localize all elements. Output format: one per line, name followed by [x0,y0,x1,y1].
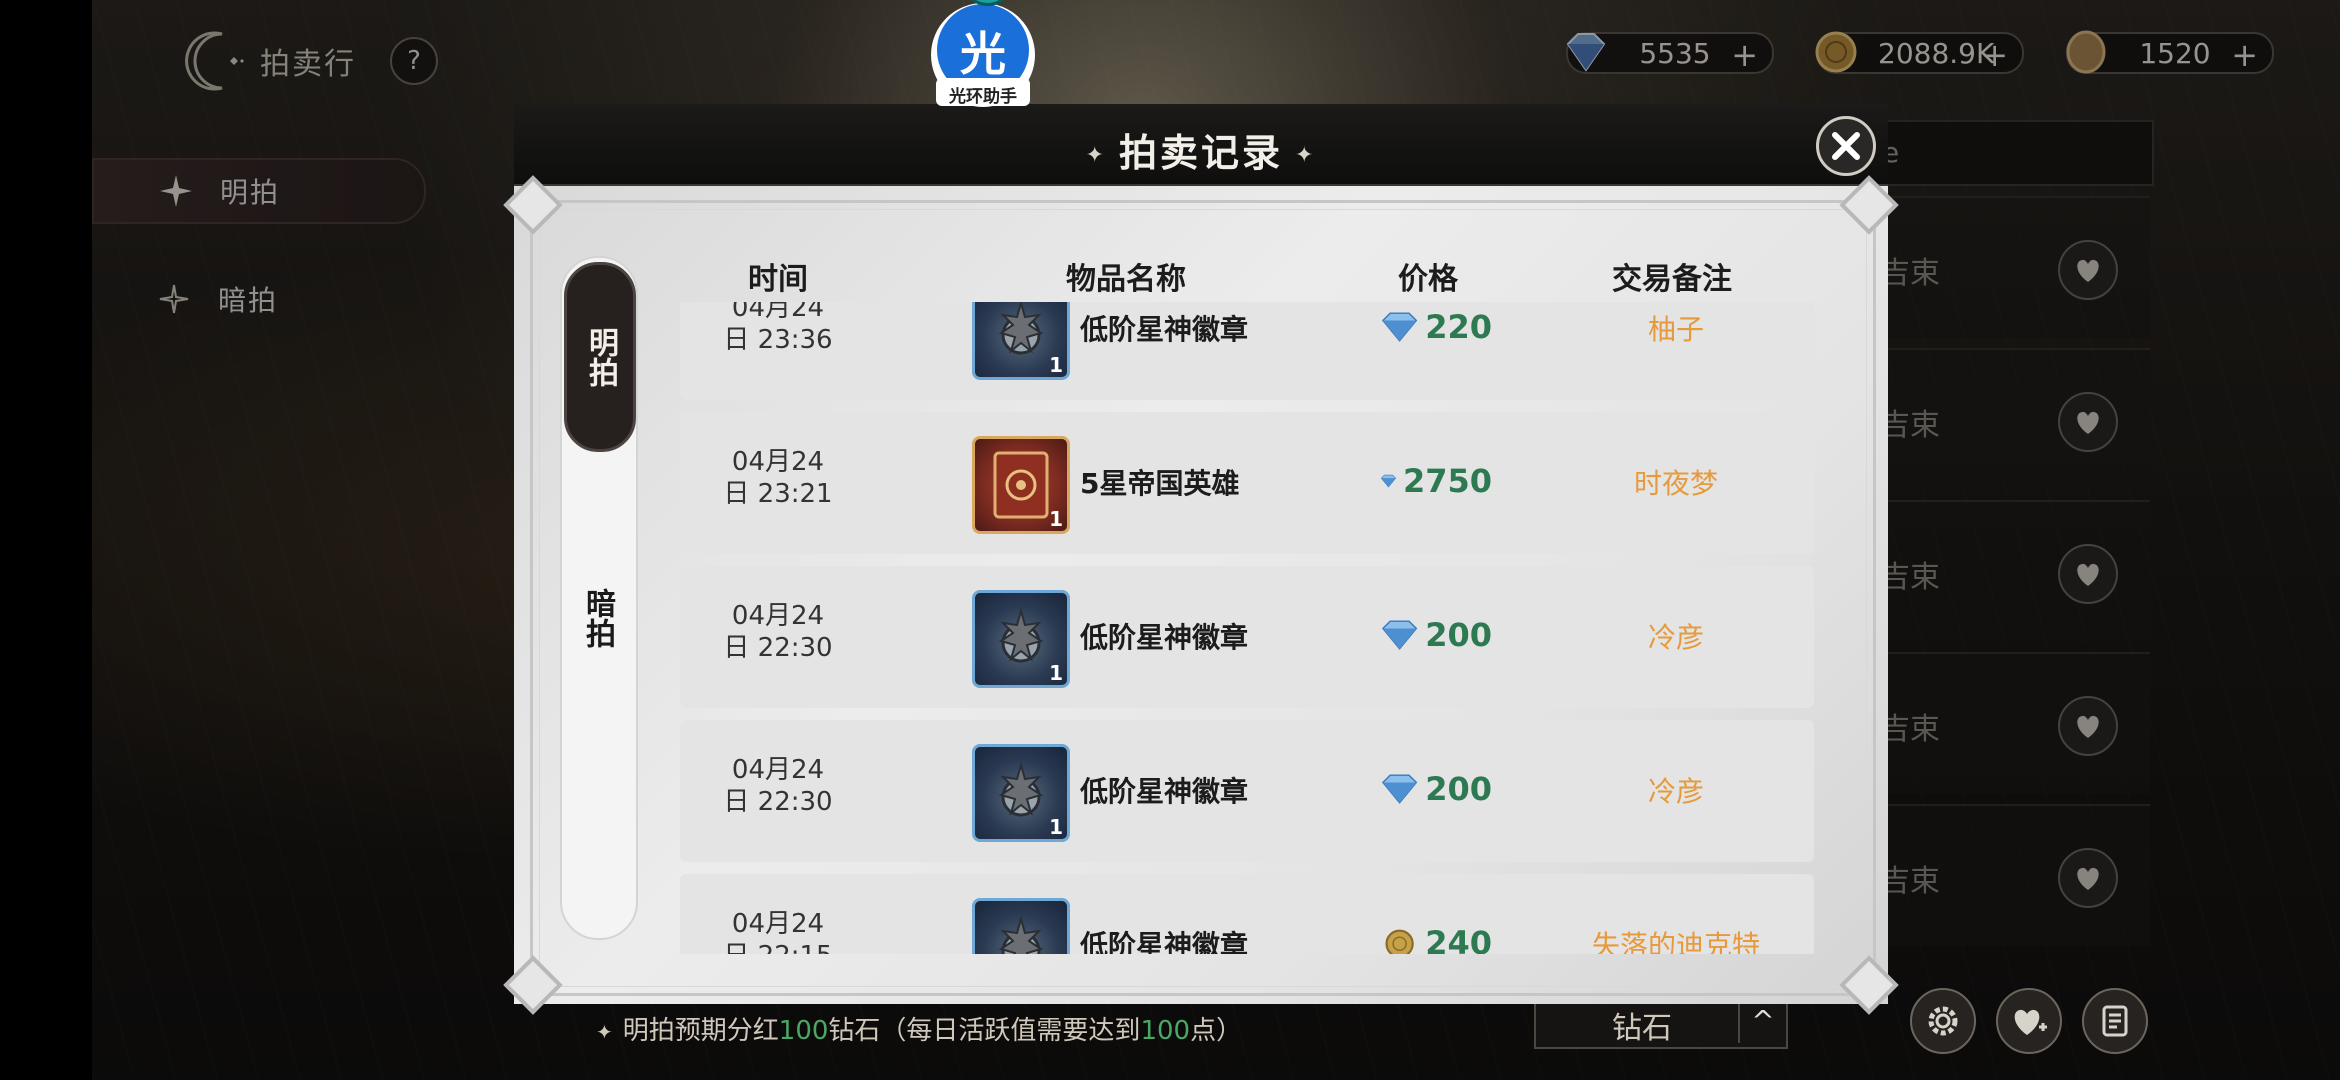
helper-logo-glyph: 光 [960,27,1006,81]
item-name: 低阶星神徽章 [1080,313,1249,346]
record-time: 04月24 日 23:36 [680,302,876,356]
heart-plus-icon [2014,1009,2047,1035]
record-date: 04月24 [731,755,825,785]
dividend-note: ✦ 明拍预期分红100钻石（每日活跃值需要达到100点） [596,1010,1242,1047]
trade-note: 冷彦 [1647,621,1704,654]
helper-app-logo[interactable]: 光 光环助手 [928,0,1038,110]
record-time: 04月24 日 22:30 [680,600,876,664]
record-date: 04月24 [731,447,825,477]
table-row: 04月24日 22:15 1 低阶星神徽章 240 失落的迪克特 [680,874,1814,954]
diamond-icon [1381,312,1418,342]
item-name: 5星帝国英雄 [1080,467,1240,500]
price-value: 200 [1425,770,1492,808]
sparkle-icon: ✦ [1085,143,1107,168]
record-type-tabs: 明拍 暗拍 [560,256,638,940]
sparkle-icon: ✦ [596,1020,613,1044]
hero-card-item-icon[interactable]: 1 [972,436,1070,534]
dividend-amount: 100 [778,1016,829,1046]
record-clock: 日 22:30 [723,787,833,817]
diamond-icon [1380,474,1397,488]
dialog-title-text: 拍卖记录 [1118,131,1283,175]
price: 200 [1380,766,1492,812]
record-time: 04月24日 22:15 [680,908,876,954]
price: 220 [1380,304,1492,350]
price-value: 2750 [1402,462,1492,500]
close-icon [1832,132,1860,160]
record-clock: 日 23:21 [723,479,833,509]
favorites-button[interactable] [1996,988,2062,1054]
gear-icon [1928,1006,1958,1036]
column-header-price: 价格 [1398,262,1458,297]
record-clock: 日 22:30 [723,633,833,663]
settings-button[interactable] [1910,988,1976,1054]
price: 240 [1380,920,1492,954]
dialog-body: 明拍 暗拍 时间 物品名称 价格 交易备注 04月24 日 23:36 1 低阶星… [503,175,1899,1015]
dividend-note-prefix: 明拍预期分红 [622,1016,779,1046]
record-date: 04月24 [731,909,825,939]
column-header-time: 时间 [748,262,808,297]
tab-sealed-records[interactable]: 暗拍 [564,558,630,678]
trade-note: 失落的迪克特 [1591,929,1760,954]
star-badge-icon [998,915,1044,954]
diamond-icon [1381,774,1418,804]
document-icon [2102,1005,2128,1037]
helper-logo-label: 光环助手 [949,87,1017,107]
record-time: 04月24 日 22:30 [680,754,876,818]
item-quantity: 1 [1049,353,1063,377]
price: 200 [1380,612,1492,658]
badge-item-icon[interactable]: 1 [972,898,1070,954]
trade-note: 时夜梦 [1633,467,1718,500]
price-value: 220 [1425,308,1492,346]
auction-records-dialog: ✦ 拍卖记录 ✦ 明拍 暗拍 时间 物品名称 价格 交易备注 04月24 日 23:3… [503,104,1899,1015]
badge-item-icon[interactable]: 1 [972,744,1070,842]
badge-item-icon[interactable]: 1 [972,302,1070,380]
trade-note: 冷彦 [1647,775,1704,808]
price: 2750 [1380,458,1492,504]
activity-threshold: 100 [1140,1016,1191,1046]
item-name: 低阶星神徽章 [1080,621,1249,654]
item-quantity: 1 [1049,661,1063,685]
record-date: 04月24 [731,302,825,323]
table-row: 04月24 日 22:30 1 低阶星神徽章 200 冷彦 [680,566,1814,708]
table-row: 04月24 日 23:36 1 低阶星神徽章 220 柚子 [680,302,1814,400]
table-row: 04月24 日 22:30 1 低阶星神徽章 200 冷彦 [680,720,1814,862]
column-header-note: 交易备注 [1612,262,1732,297]
price-value: 200 [1425,616,1492,654]
record-clock: 日 23:36 [723,325,833,355]
diamond-icon [1381,620,1418,650]
record-date: 04月24 [731,601,825,631]
gold-coin-icon [1385,929,1414,954]
table-row: 04月24 日 23:21 1 5星帝国英雄 2750 时夜梦 [680,412,1814,554]
dialog-header: ✦ 拍卖记录 ✦ [514,104,1888,186]
item-name: 低阶星神徽章 [1080,775,1249,808]
close-button[interactable] [1816,116,1876,176]
item-quantity: 1 [1049,815,1063,839]
dialog-title: ✦ 拍卖记录 ✦ [514,122,1888,177]
record-clock: 日 22:15 [680,940,876,954]
record-time: 04月24 日 23:21 [680,446,876,510]
tab-open-records[interactable]: 明拍 [564,262,636,452]
dividend-note-suffix: 点） [1190,1016,1243,1046]
column-header-item: 物品名称 [1066,262,1186,297]
records-button[interactable] [2082,988,2148,1054]
trade-note: 柚子 [1647,313,1704,346]
price-value: 240 [1425,924,1492,954]
item-name: 低阶星神徽章 [1080,929,1249,954]
badge-item-icon[interactable]: 1 [972,590,1070,688]
item-quantity: 1 [1049,507,1063,531]
currency-select-value: 钻石 [1612,1011,1672,1046]
dividend-note-mid: 钻石（每日活跃值需要达到 [828,1016,1141,1046]
sparkle-icon: ✦ [1295,143,1317,168]
records-list[interactable]: 04月24 日 23:36 1 低阶星神徽章 220 柚子 04月24 日 23:2… [680,302,1820,954]
